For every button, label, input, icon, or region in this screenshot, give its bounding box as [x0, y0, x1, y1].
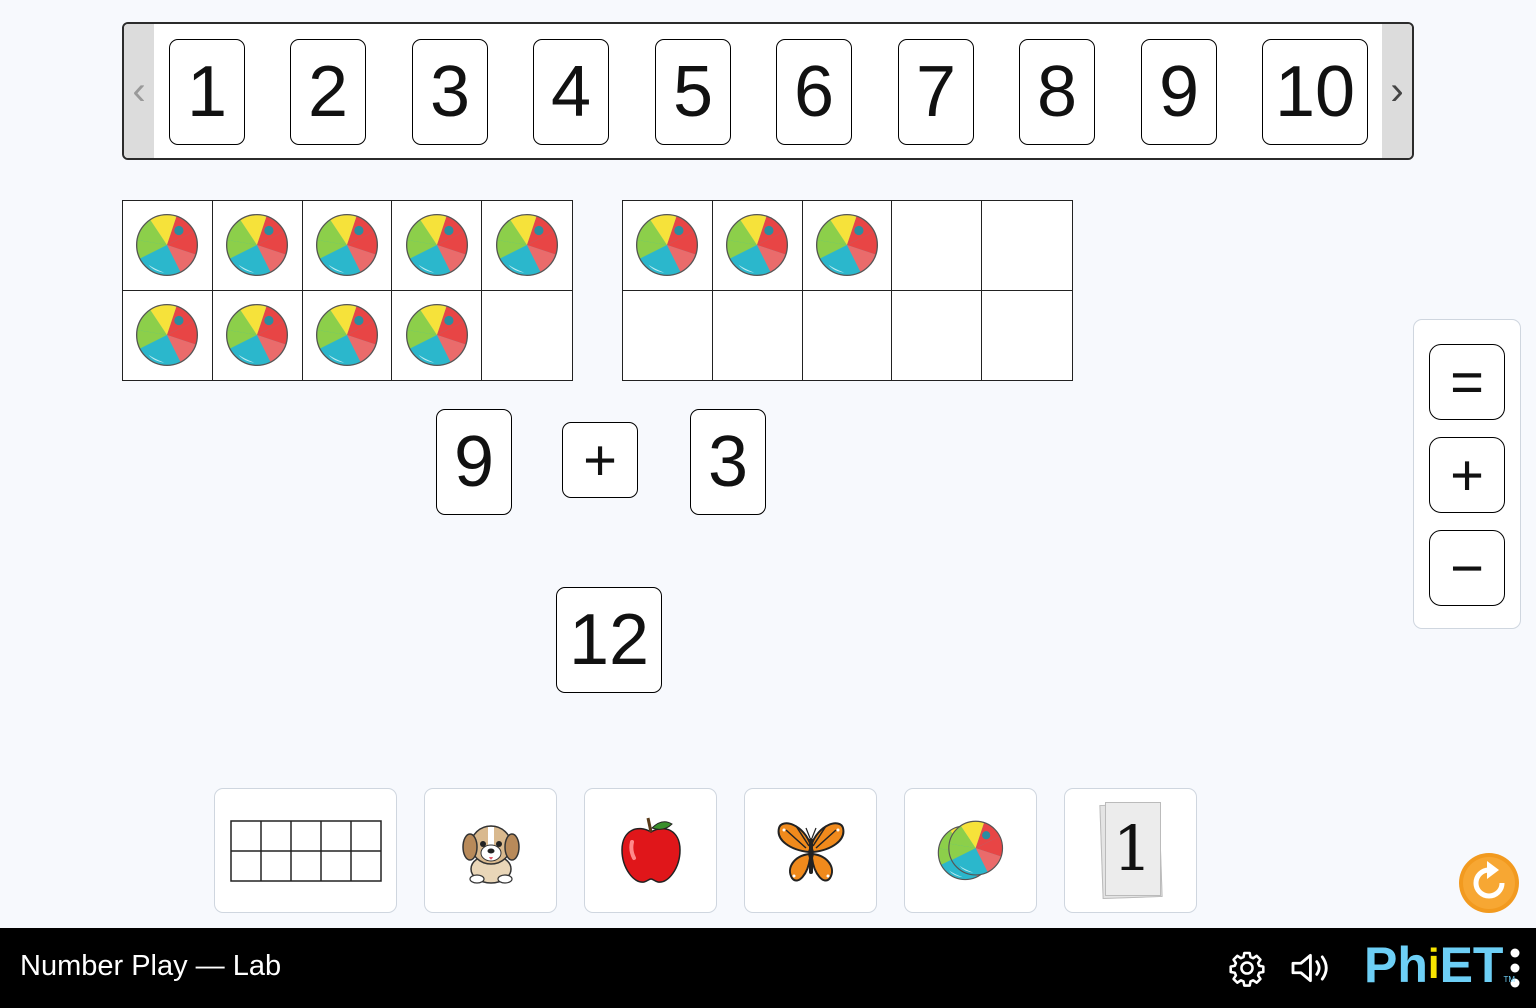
number-card-4[interactable]: 4	[533, 39, 609, 145]
beach-ball-icon[interactable]	[314, 212, 380, 278]
number-card-7[interactable]: 7	[898, 39, 974, 145]
result-card[interactable]: 12	[556, 587, 662, 693]
apple-creator[interactable]	[584, 788, 717, 913]
ten-frame-cell	[982, 291, 1072, 381]
sim-title: Number Play — Lab	[20, 950, 282, 982]
beach-ball-icon[interactable]	[314, 302, 380, 368]
beach-ball-icon[interactable]	[494, 212, 560, 278]
ten-frame-cell	[303, 290, 393, 380]
beach-ball-icon[interactable]	[814, 212, 880, 278]
ten-frame-cell	[712, 201, 803, 291]
phet-logo-et: ET	[1439, 937, 1504, 993]
phet-logo-tm: TM	[1503, 975, 1516, 984]
number-card-9[interactable]: 9	[1141, 39, 1217, 145]
ten-frame-cell	[892, 201, 983, 291]
ten-frame-cell	[482, 201, 572, 291]
minus-button[interactable]: −	[1429, 530, 1505, 606]
navigation-bar: Number Play — Lab	[0, 928, 1536, 1008]
left-operand-card[interactable]: 9	[436, 409, 512, 515]
ten-frame-cell	[213, 290, 303, 380]
ten-frame-cell	[482, 291, 572, 381]
equals-button[interactable]: =	[1429, 344, 1505, 420]
ten-frame-creator[interactable]	[214, 788, 397, 913]
number-card-10[interactable]: 10	[1262, 39, 1368, 145]
audio-speaker-icon[interactable]	[1288, 949, 1336, 987]
ten-frame-cell	[123, 201, 213, 291]
beach-ball-icon[interactable]	[724, 212, 790, 278]
number-card-1[interactable]: 1	[169, 39, 245, 145]
puppy-icon	[461, 824, 520, 884]
beach-ball-icon[interactable]	[224, 302, 290, 368]
number-card-5[interactable]: 5	[655, 39, 731, 145]
ten-frame-cell	[392, 290, 483, 380]
ten-frame-cell	[803, 290, 893, 380]
ten-frame-cell	[802, 201, 893, 291]
apple-icon	[620, 817, 681, 883]
ten-frame-cell	[623, 290, 713, 380]
number-card-6[interactable]: 6	[776, 39, 852, 145]
phet-logo-ph: Ph	[1364, 937, 1428, 993]
ten-frame-cell	[212, 201, 303, 291]
ten-frame-cell	[713, 290, 803, 380]
carousel-next-button[interactable]: ›	[1382, 24, 1412, 158]
beach-ball-icon[interactable]	[134, 212, 200, 278]
ten-frame-cell	[123, 290, 213, 380]
operator-panel: = + −	[1413, 319, 1521, 629]
plus-button[interactable]: +	[1429, 437, 1505, 513]
number-card-3[interactable]: 3	[412, 39, 488, 145]
beach-ball-creator[interactable]	[904, 788, 1037, 913]
number-carousel: ‹ 1 2 3 4 5 6 7 8 9 10 ›	[122, 22, 1414, 160]
paper-number-creator[interactable]: 1	[1064, 788, 1197, 913]
ten-frame-cell	[623, 201, 713, 291]
puppy-creator[interactable]	[424, 788, 557, 913]
ten-frame-cell	[302, 201, 393, 291]
butterfly-icon	[777, 822, 844, 881]
ten-frame-left[interactable]	[122, 200, 573, 381]
ten-frame-cell	[392, 201, 483, 291]
phet-logo-button[interactable]: Ph i ET TM	[1364, 936, 1515, 996]
beach-ball-icon[interactable]	[634, 212, 700, 278]
right-operand-card[interactable]: 3	[690, 409, 766, 515]
beach-ball-icon[interactable]	[404, 212, 470, 278]
paper-number-icon: 1	[1098, 801, 1163, 900]
number-card-8[interactable]: 8	[1019, 39, 1095, 145]
beach-ball-icon[interactable]	[404, 302, 470, 368]
paper-number-label: 1	[1104, 801, 1161, 896]
reset-all-button[interactable]	[1458, 852, 1520, 914]
operator-card-plus[interactable]: +	[562, 422, 638, 498]
phet-logo-i: i	[1427, 940, 1440, 987]
number-card-2[interactable]: 2	[290, 39, 366, 145]
beach-ball-stack-icon	[936, 816, 1006, 886]
ten-frame-icon	[229, 819, 382, 882]
ten-frame-cell	[892, 290, 983, 380]
butterfly-creator[interactable]	[744, 788, 877, 913]
ten-frame-right[interactable]	[622, 200, 1073, 381]
carousel-prev-button[interactable]: ‹	[124, 24, 154, 158]
beach-ball-icon[interactable]	[134, 302, 200, 368]
ten-frame-cell	[982, 201, 1072, 291]
settings-gear-icon[interactable]	[1228, 949, 1266, 987]
beach-ball-icon[interactable]	[224, 212, 290, 278]
